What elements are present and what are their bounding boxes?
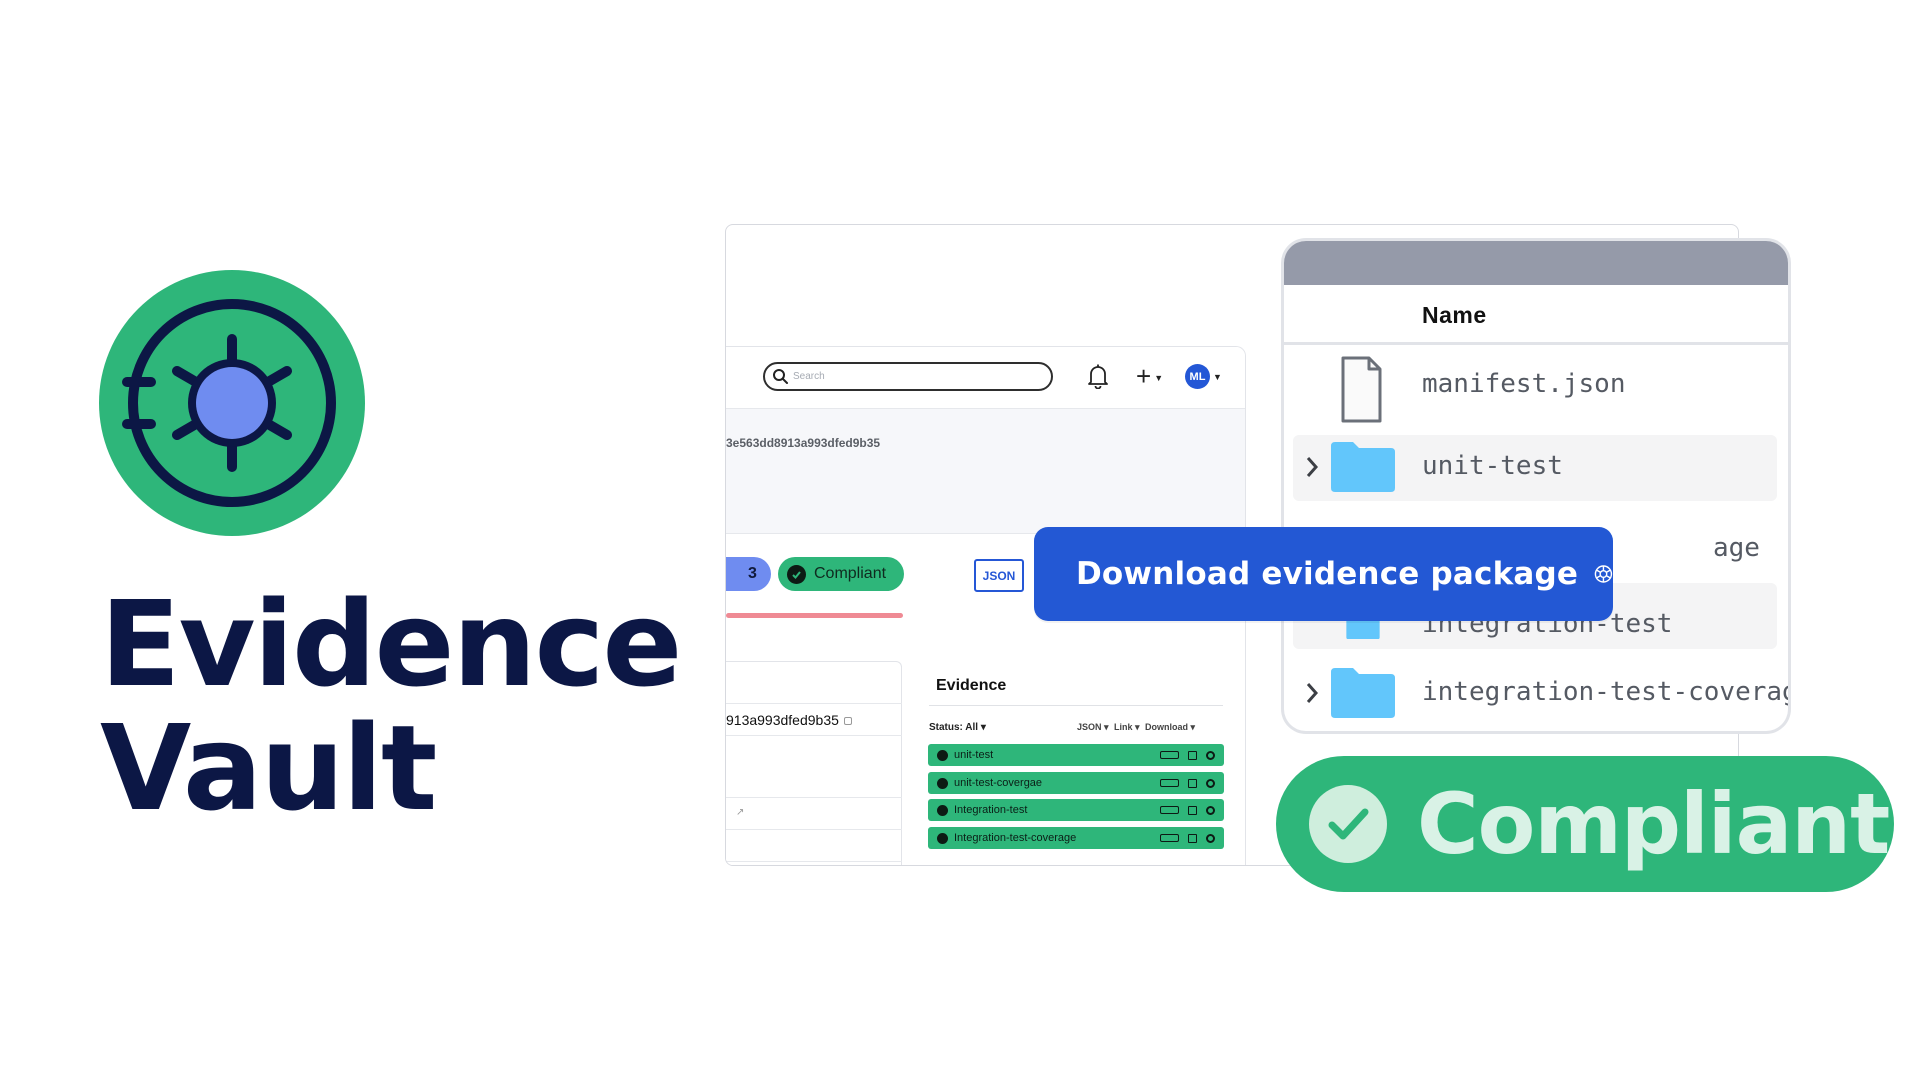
filter-download-label: Download <box>1145 722 1188 732</box>
column-header: Name <box>1284 285 1788 345</box>
download-evidence-package-button[interactable]: Download evidence package <box>1034 527 1613 621</box>
detail-row <box>726 736 902 798</box>
file-row[interactable]: manifest.json <box>1293 353 1777 423</box>
check-icon <box>787 564 806 584</box>
commit-header: 3e563dd8913a993dfed9b35 <box>726 409 1245 534</box>
column-name[interactable]: Name <box>1422 302 1487 329</box>
compliant-badge: Compliant <box>778 557 904 591</box>
external-link-icon[interactable]: ↗ <box>736 807 744 818</box>
plus-icon: + <box>1136 360 1152 391</box>
chevron-right-icon[interactable] <box>1303 453 1321 481</box>
folder-name: age <box>1713 533 1760 563</box>
folder-name: unit-test <box>1422 451 1563 481</box>
detail-row <box>726 830 902 862</box>
json-icon[interactable] <box>1160 806 1179 814</box>
vault-dial-icon <box>99 270 365 536</box>
external-link-icon[interactable] <box>1188 833 1197 843</box>
stage: Evidence Vault +▼ <box>0 0 1920 1080</box>
compliant-label: Compliant <box>1417 775 1890 873</box>
download-button-label: Download evidence package <box>1076 556 1579 592</box>
folder-icon <box>1331 442 1395 492</box>
brand-title-line1: Evidence <box>100 575 682 713</box>
file-icon <box>1341 356 1382 423</box>
status-underline <box>726 613 903 618</box>
external-link-icon[interactable] <box>1188 805 1197 815</box>
evidence-item-label: unit-test <box>954 749 994 761</box>
user-menu[interactable]: ML ▼ <box>1185 364 1222 389</box>
compliant-status-pill: Compliant <box>1276 756 1894 892</box>
download-icon[interactable] <box>1206 778 1215 788</box>
external-link-icon[interactable] <box>1188 750 1197 760</box>
chevron-right-icon[interactable] <box>1303 679 1321 707</box>
search-box[interactable] <box>763 362 1053 391</box>
json-icon[interactable] <box>1160 779 1179 787</box>
top-bar: +▼ ML ▼ <box>726 347 1245 409</box>
folder-icon <box>1331 668 1395 718</box>
detail-row: ↗ <box>726 798 902 830</box>
evidence-item-label: unit-test-covergae <box>954 777 1043 789</box>
detail-row: 913a993dfed9b35 <box>726 704 902 736</box>
filter-json-label: JSON <box>1077 722 1102 732</box>
divider <box>929 705 1223 706</box>
detail-row <box>726 662 902 704</box>
evidence-item[interactable]: Integration-test <box>928 799 1224 821</box>
commit-hash: 3e563dd8913a993dfed9b35 <box>726 436 881 450</box>
search-input[interactable] <box>793 367 1043 386</box>
folder-row[interactable]: unit-test <box>1293 435 1777 501</box>
evidence-title: Evidence <box>936 677 1007 694</box>
chevron-down-icon: ▼ <box>1213 371 1222 382</box>
external-link-icon[interactable] <box>1188 778 1197 788</box>
evidence-panel: Evidence Status: All ▾ JSON ▾ Link ▾ Dow… <box>927 661 1227 865</box>
json-icon[interactable] <box>1160 834 1179 842</box>
check-icon <box>937 832 948 844</box>
evidence-item[interactable]: unit-test-covergae <box>928 772 1224 794</box>
folder-row[interactable]: integration-test-coverage <box>1293 661 1788 727</box>
status-filter-label: Status: All <box>929 722 979 733</box>
evidence-item[interactable]: Integration-test-coverage <box>928 827 1224 849</box>
detail-hash-text: 913a993dfed9b35 <box>726 712 839 728</box>
search-icon <box>773 369 788 384</box>
download-icon[interactable] <box>1206 805 1215 815</box>
filter-download[interactable]: Download ▾ <box>1145 722 1195 733</box>
window-title-bar <box>1284 241 1788 285</box>
json-icon[interactable] <box>1160 751 1179 759</box>
filter-link-label: Link <box>1114 722 1133 732</box>
check-icon <box>937 777 948 789</box>
detail-card: 913a993dfed9b35 ↗ <box>726 661 902 865</box>
evidence-item[interactable]: unit-test <box>928 744 1224 766</box>
evidence-item-label: Integration-test <box>954 804 1028 816</box>
brand-title-line2: Vault <box>100 699 437 837</box>
check-icon <box>1309 785 1387 863</box>
filter-link[interactable]: Link ▾ <box>1114 722 1140 733</box>
check-icon <box>937 749 948 761</box>
detail-hash: 913a993dfed9b35 <box>726 712 852 728</box>
folder-name: integration-test-coverage <box>1422 677 1788 707</box>
json-button[interactable]: JSON <box>974 559 1024 592</box>
filter-json[interactable]: JSON ▾ <box>1077 722 1109 733</box>
download-icon[interactable] <box>1206 833 1215 843</box>
status-filter[interactable]: Status: All ▾ <box>929 722 986 733</box>
compliant-badge-label: Compliant <box>814 565 887 582</box>
copy-icon[interactable] <box>843 717 852 726</box>
avatar: ML <box>1185 364 1210 389</box>
file-browser: Name manifest.json unit-test age integra… <box>1284 241 1788 731</box>
check-icon <box>937 804 948 816</box>
download-icon[interactable] <box>1206 750 1215 760</box>
bell-icon[interactable] <box>1086 363 1110 389</box>
evidence-item-label: Integration-test-coverage <box>954 832 1077 844</box>
count-badge: 3 <box>726 557 771 591</box>
add-menu-button[interactable]: + ▼ <box>1136 360 1170 391</box>
file-name: manifest.json <box>1422 369 1626 399</box>
brand-title: Evidence Vault <box>100 575 682 837</box>
chevron-down-icon: ▼ <box>1154 373 1164 383</box>
gear-icon <box>1594 565 1613 583</box>
